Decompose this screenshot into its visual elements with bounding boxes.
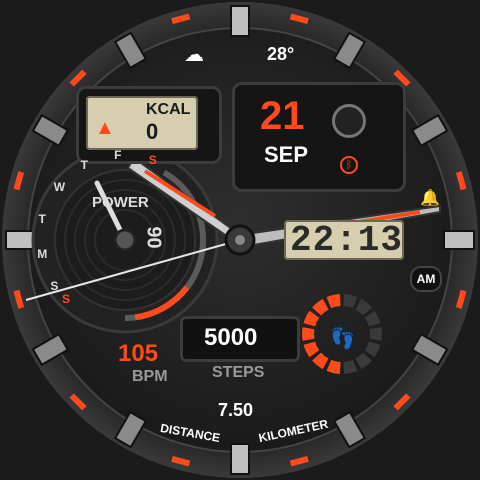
digital-time: 22:13 bbox=[290, 220, 404, 261]
date-panel[interactable] bbox=[232, 82, 406, 192]
steps-ring-segment bbox=[355, 352, 372, 370]
bezel-marker bbox=[443, 230, 475, 250]
steps-ring-segment bbox=[303, 341, 320, 358]
weather-icon: ☁ bbox=[184, 44, 204, 66]
power-label: POWER bbox=[92, 194, 149, 211]
ampm-badge: AM bbox=[410, 266, 442, 292]
bezel-marker bbox=[230, 5, 250, 37]
date-month: SEP bbox=[264, 142, 309, 167]
steps-ring-segment bbox=[312, 352, 329, 370]
footprints-icon: 👣 bbox=[330, 328, 355, 350]
steps-ring-segment bbox=[364, 341, 381, 358]
weekday-letter: M bbox=[37, 246, 48, 261]
steps-ring-segment bbox=[326, 359, 341, 374]
moon-phase-icon bbox=[332, 104, 366, 138]
flame-icon: ▲ bbox=[95, 117, 115, 139]
steps-label: STEPS bbox=[212, 364, 265, 381]
steps-ring-segment bbox=[369, 327, 382, 341]
bell-icon: 🔔 bbox=[420, 190, 440, 207]
heart-rate-unit: BPM bbox=[132, 368, 168, 385]
steps-ring-segment bbox=[355, 298, 372, 316]
steps-ring-segment bbox=[302, 327, 315, 341]
weekday-letter: W bbox=[53, 180, 66, 195]
steps-ring-segment bbox=[343, 294, 358, 309]
weekday-letter: S bbox=[50, 278, 59, 293]
power-value: 90 bbox=[142, 226, 165, 249]
bezel-marker bbox=[230, 443, 250, 475]
weekday-letter: S bbox=[62, 292, 71, 306]
weekday-letter: F bbox=[114, 148, 122, 163]
calories-value: 0 bbox=[146, 119, 159, 144]
weekday-letter: S bbox=[148, 153, 157, 168]
weekday-letter: T bbox=[38, 211, 46, 226]
steps-value: 5000 bbox=[204, 324, 258, 351]
weekday-letter: T bbox=[80, 157, 88, 172]
calories-label: KCAL bbox=[146, 101, 191, 118]
steps-ring-segment bbox=[303, 310, 320, 327]
temperature-label: 28° bbox=[267, 44, 295, 64]
bluetooth-icon: ᛒ bbox=[340, 156, 358, 174]
date-day: 21 bbox=[260, 94, 305, 138]
steps-ring-segment bbox=[343, 359, 358, 374]
distance-value: 7.50 bbox=[218, 400, 254, 420]
steps-ring-segment bbox=[326, 294, 341, 309]
steps-ring-segment bbox=[312, 298, 329, 316]
heart-rate-value: 105 bbox=[118, 340, 159, 367]
steps-ring-segment bbox=[364, 310, 381, 327]
